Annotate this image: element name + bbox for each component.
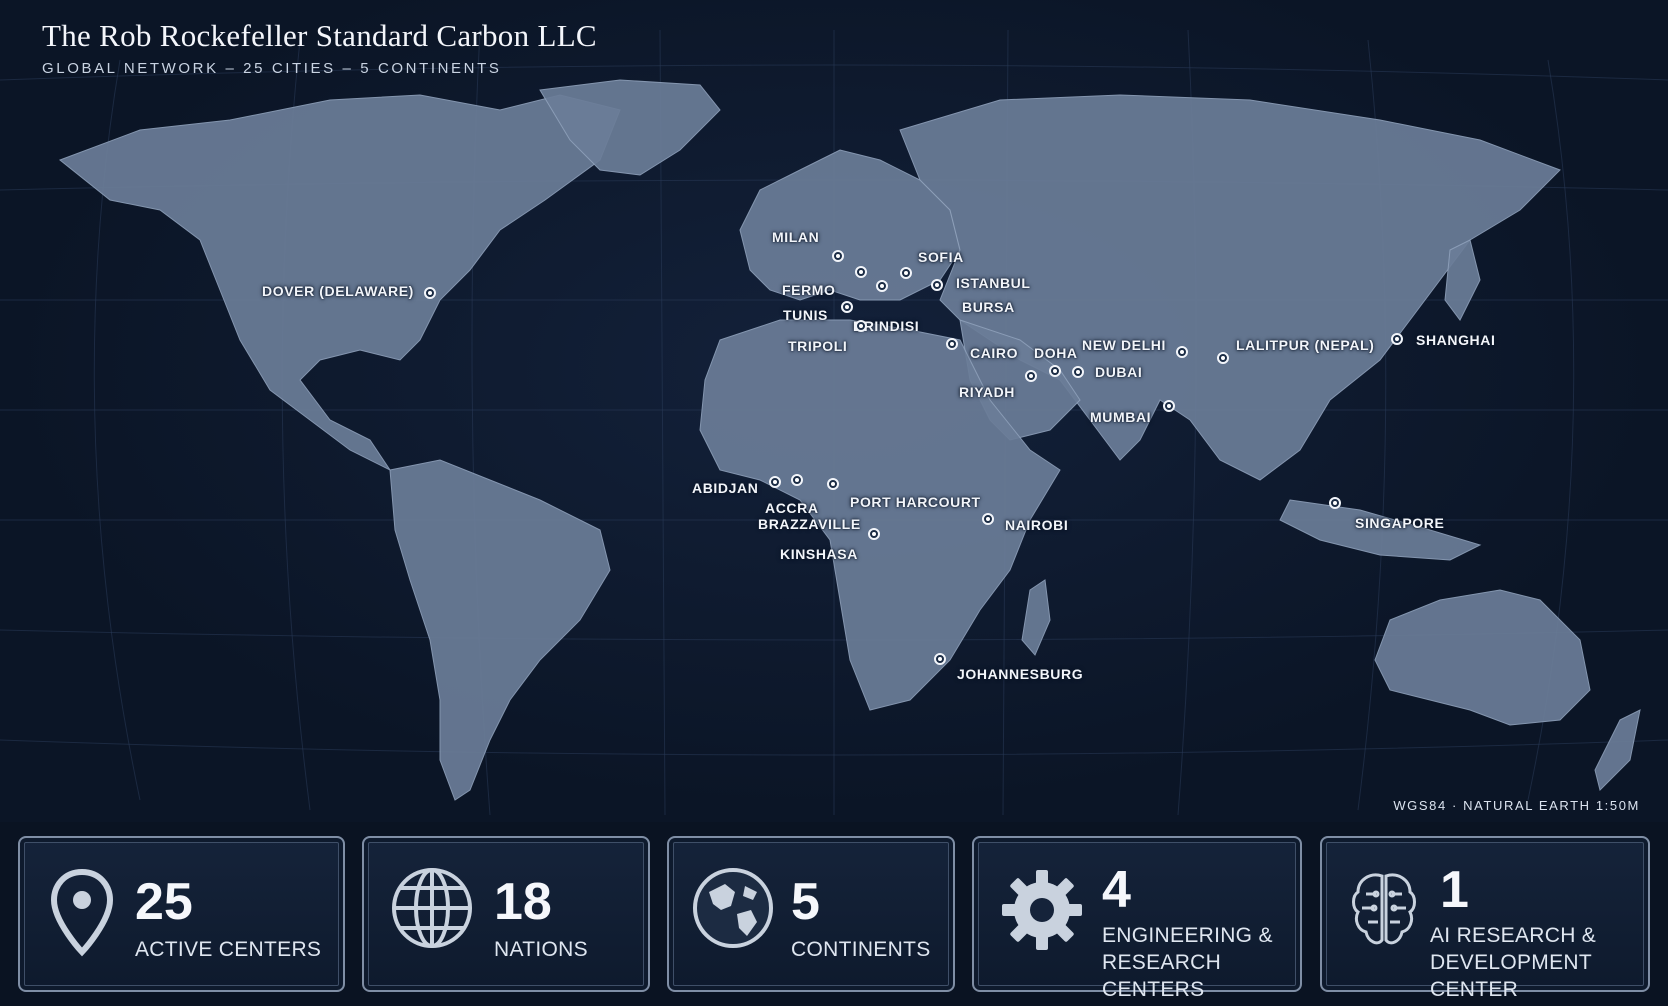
city-label-dubai[interactable]: DUBAI xyxy=(1095,364,1142,380)
city-label-new-delhi[interactable]: NEW DELHI xyxy=(1082,337,1166,353)
city-marker-johannesburg[interactable] xyxy=(934,653,946,665)
city-marker-accra[interactable] xyxy=(791,474,803,486)
stat-label-line1: AI RESEARCH & xyxy=(1430,924,1597,947)
map-header: The Rob Rockefeller Standard Carbon LLC … xyxy=(42,18,597,77)
stat-value: 5 xyxy=(791,873,820,931)
city-label-bursa[interactable]: BURSA xyxy=(962,299,1015,315)
city-marker-milan[interactable] xyxy=(832,250,844,262)
city-marker-dubai[interactable] xyxy=(1072,366,1084,378)
stat-value: 18 xyxy=(494,873,552,931)
city-marker-mumbai[interactable] xyxy=(1163,400,1175,412)
city-marker-riyadh[interactable] xyxy=(1025,370,1037,382)
city-label-istanbul[interactable]: ISTANBUL xyxy=(956,275,1031,291)
madagascar-shape xyxy=(1021,579,1051,656)
city-label-milan[interactable]: MILAN xyxy=(772,229,819,245)
location-pin-icon xyxy=(50,868,114,963)
city-label-nairobi[interactable]: NAIROBI xyxy=(1005,517,1068,533)
page-subtitle: GLOBAL NETWORK – 25 CITIES – 5 CONTINENT… xyxy=(42,60,502,77)
city-label-shanghai[interactable]: SHANGHAI xyxy=(1416,332,1495,348)
city-marker-brindisi[interactable] xyxy=(876,280,888,292)
projection-note: WGS84 · NATURAL EARTH 1:50M xyxy=(1393,798,1640,813)
city-label-tripoli[interactable]: TRIPOLI xyxy=(788,338,847,354)
city-label-port-harcourt[interactable]: PORT HARCOURT xyxy=(850,494,981,510)
city-label-mumbai[interactable]: MUMBAI xyxy=(1090,409,1151,425)
city-marker-doha[interactable] xyxy=(1049,365,1061,377)
city-label-lalitpur[interactable]: LALITPUR (NEPAL) xyxy=(1236,337,1374,353)
city-label-riyadh[interactable]: RIYADH xyxy=(959,384,1015,400)
brain-circuit-icon xyxy=(1348,868,1420,957)
world-map[interactable]: The Rob Rockefeller Standard Carbon LLC … xyxy=(0,0,1668,815)
city-marker-singapore[interactable] xyxy=(1329,497,1341,509)
earth-icon xyxy=(691,866,775,955)
city-marker-nairobi[interactable] xyxy=(982,513,994,525)
city-label-tunis[interactable]: TUNIS xyxy=(783,307,828,323)
city-label-abidjan[interactable]: ABIDJAN xyxy=(692,480,758,496)
stat-card-nations[interactable]: 18 NATIONS xyxy=(362,836,650,992)
stat-card-active-centers[interactable]: 25 ACTIVE CENTERS xyxy=(18,836,345,992)
city-marker-dover[interactable] xyxy=(424,287,436,299)
city-label-johannesburg[interactable]: JOHANNESBURG xyxy=(957,666,1083,682)
city-label-singapore[interactable]: SINGAPORE xyxy=(1355,515,1444,531)
australia-shape xyxy=(1374,589,1591,726)
city-label-brazzaville[interactable]: BRAZZAVILLE xyxy=(758,516,861,532)
stat-card-continents[interactable]: 5 CONTINENTS xyxy=(667,836,955,992)
stat-value: 1 xyxy=(1440,861,1469,919)
stat-card-ai-research[interactable]: 1 AI RESEARCH & DEVELOPMENT CENTER xyxy=(1320,836,1650,1001)
city-label-doha[interactable]: DOHA xyxy=(1034,345,1078,361)
city-label-sofia[interactable]: SOFIA xyxy=(918,249,964,265)
city-marker-sofia[interactable] xyxy=(900,267,912,279)
city-marker-tripoli[interactable] xyxy=(855,320,867,332)
new-zealand-shape xyxy=(1594,709,1641,791)
stat-label: NATIONS xyxy=(494,938,588,961)
stat-label: CONTINENTS xyxy=(791,938,931,961)
stat-label: ACTIVE CENTERS xyxy=(135,938,322,961)
stat-value: 4 xyxy=(1102,861,1131,919)
city-marker-cairo[interactable] xyxy=(946,338,958,350)
city-marker-shanghai[interactable] xyxy=(1391,333,1403,345)
stat-card-engineering[interactable]: 4 ENGINEERING & RESEARCH CENTERS xyxy=(972,836,1302,1001)
city-label-accra[interactable]: ACCRA xyxy=(765,500,819,516)
city-marker-lalitpur[interactable] xyxy=(1217,352,1229,364)
globe-grid-icon xyxy=(390,866,474,955)
city-label-kinshasa[interactable]: KINSHASA xyxy=(780,546,858,562)
city-label-dover[interactable]: DOVER (DELAWARE) xyxy=(262,283,414,299)
map-canvas xyxy=(0,29,1668,815)
japan-shape xyxy=(1444,239,1481,321)
stat-value: 25 xyxy=(135,873,193,931)
gear-icon xyxy=(1000,868,1084,957)
stat-label-line1: ENGINEERING & xyxy=(1102,924,1273,947)
city-marker-kinshasa[interactable] xyxy=(868,528,880,540)
city-marker-tunis[interactable] xyxy=(841,301,853,313)
page-title: The Rob Rockefeller Standard Carbon LLC xyxy=(42,18,597,53)
city-marker-istanbul[interactable] xyxy=(931,279,943,291)
city-marker-port-harcourt[interactable] xyxy=(827,478,839,490)
stats-bar: 25 ACTIVE CENTERS 18 NATIONS 5 CONTINENT… xyxy=(0,822,1668,1006)
city-label-fermo[interactable]: FERMO xyxy=(782,282,836,298)
city-marker-fermo[interactable] xyxy=(855,266,867,278)
south-america-shape xyxy=(389,459,611,801)
stat-label-line2: DEVELOPMENT CENTER xyxy=(1430,951,1592,1002)
city-marker-new-delhi[interactable] xyxy=(1176,346,1188,358)
stat-label-line2: RESEARCH CENTERS xyxy=(1102,951,1222,1002)
city-label-cairo[interactable]: CAIRO xyxy=(970,345,1018,361)
city-marker-abidjan[interactable] xyxy=(769,476,781,488)
